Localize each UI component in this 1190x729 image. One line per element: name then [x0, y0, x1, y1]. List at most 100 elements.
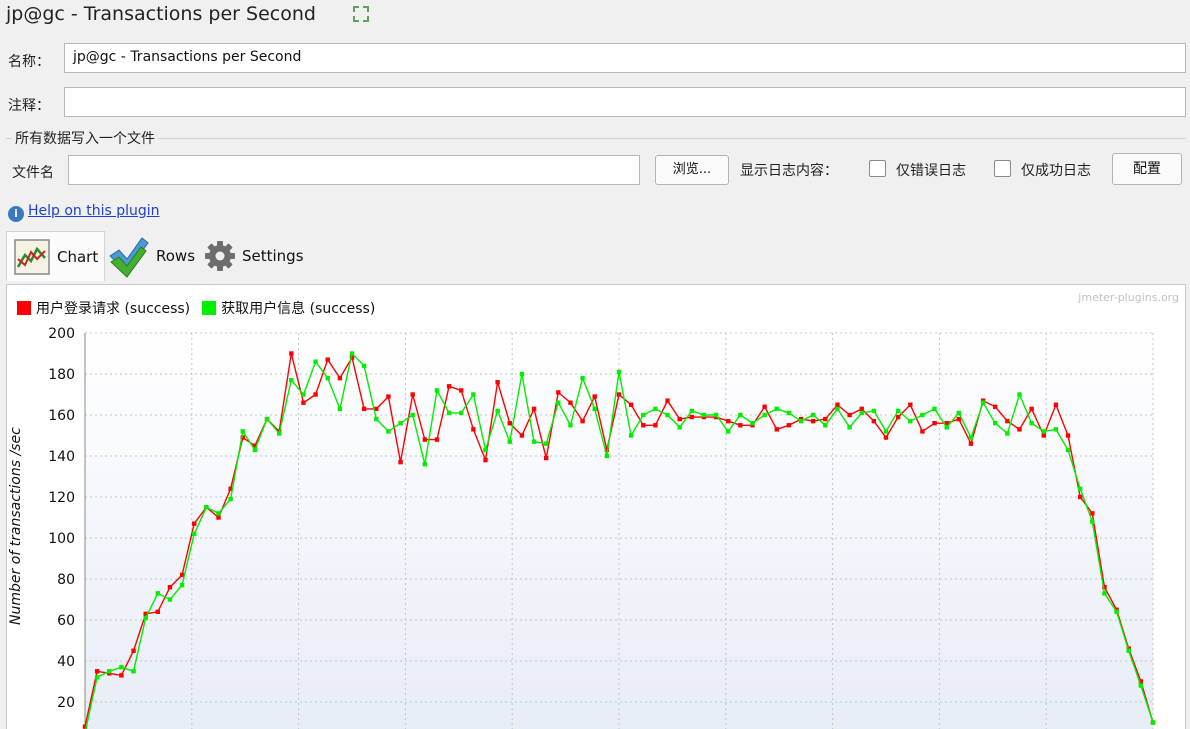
data-point-series-1	[313, 359, 318, 364]
data-point-series-1	[1150, 720, 1156, 725]
tab-rows-label: Rows	[156, 247, 196, 265]
y-tick-label: 180	[48, 367, 75, 383]
data-point-series-1	[616, 369, 622, 375]
y-tick-label: 20	[57, 695, 75, 711]
y-tick-label: 200	[48, 326, 75, 342]
y-tick-label: 40	[57, 654, 75, 670]
y-tick-label: 120	[48, 490, 75, 506]
data-point-series-1	[908, 418, 913, 424]
data-point-series-0	[835, 402, 840, 407]
data-point-series-1	[871, 408, 877, 414]
data-point-series-0	[726, 418, 731, 424]
tab-chart-label: Chart	[57, 247, 99, 266]
filename-field[interactable]	[68, 155, 640, 185]
data-point-series-0	[495, 380, 500, 385]
help-row: i Help on this plugin	[8, 203, 160, 222]
data-point-series-1	[628, 433, 634, 438]
data-point-series-1	[434, 388, 440, 393]
data-point-series-0	[119, 673, 124, 678]
data-point-series-0	[883, 435, 889, 440]
data-point-series-0	[386, 394, 391, 399]
data-point-series-0	[823, 416, 828, 422]
tab-rows[interactable]: Rows	[106, 231, 195, 281]
data-point-series-1	[422, 462, 428, 467]
data-point-series-1	[895, 408, 901, 414]
data-point-series-0	[665, 398, 670, 403]
data-point-series-0	[568, 400, 573, 405]
data-point-series-0	[471, 427, 476, 432]
data-point-series-1	[932, 406, 937, 412]
name-field[interactable]: jp@gc - Transactions per Second	[64, 43, 1186, 73]
chart-icon	[14, 238, 50, 275]
data-point-series-1	[398, 421, 403, 426]
data-point-series-1	[1029, 421, 1034, 426]
data-point-series-0	[689, 414, 695, 420]
errors-only-checkbox[interactable]	[869, 160, 886, 177]
data-point-series-0	[762, 404, 767, 409]
data-point-series-0	[847, 412, 852, 418]
y-tick-label: 80	[57, 572, 75, 588]
data-point-series-1	[798, 418, 804, 424]
data-point-series-1	[94, 675, 100, 680]
data-point-series-1	[276, 431, 282, 436]
tab-settings[interactable]: Settings	[204, 231, 304, 281]
data-point-series-1	[216, 511, 221, 516]
data-point-series-1	[980, 400, 986, 405]
data-point-series-1	[701, 412, 707, 418]
data-point-series-1	[1053, 427, 1059, 432]
data-point-series-0	[786, 423, 792, 428]
data-point-series-0	[483, 457, 488, 463]
help-link[interactable]: Help on this plugin	[28, 203, 160, 219]
data-point-series-1	[920, 412, 925, 418]
data-point-series-1	[252, 447, 258, 453]
data-point-series-0	[810, 418, 816, 424]
data-point-series-1	[1041, 429, 1046, 434]
data-point-series-0	[301, 400, 306, 405]
data-point-series-1	[289, 377, 294, 383]
data-point-series-1	[240, 429, 245, 434]
data-point-series-0	[155, 609, 161, 614]
tab-chart[interactable]: Chart	[6, 231, 106, 281]
data-point-series-1	[143, 615, 148, 621]
data-point-series-0	[616, 392, 622, 397]
data-point-series-0	[1065, 433, 1071, 438]
y-tick-label: 160	[48, 408, 75, 424]
success-only-checkbox[interactable]	[994, 160, 1011, 177]
data-point-series-1	[167, 597, 173, 602]
data-point-series-1	[155, 591, 161, 596]
data-point-series-1	[786, 410, 792, 416]
y-tick-label: 140	[48, 449, 75, 465]
info-icon: i	[8, 206, 24, 222]
data-point-series-1	[1102, 591, 1107, 596]
data-point-series-1	[653, 406, 658, 412]
data-point-series-1	[750, 421, 755, 426]
data-point-series-1	[835, 406, 840, 412]
browse-button[interactable]: 浏览...	[655, 155, 729, 185]
data-point-series-1	[543, 441, 549, 446]
data-point-series-1	[361, 363, 367, 368]
data-point-series-1	[810, 412, 816, 418]
expand-icon[interactable]	[350, 3, 372, 25]
config-button[interactable]: 配置	[1112, 153, 1182, 185]
data-point-series-0	[434, 437, 440, 442]
data-point-series-0	[398, 459, 403, 465]
data-point-series-0	[968, 441, 974, 446]
comment-field[interactable]	[64, 87, 1186, 117]
data-point-series-0	[167, 585, 173, 590]
data-point-series-1	[1065, 447, 1071, 453]
data-point-series-1	[131, 669, 136, 674]
data-point-series-1	[604, 453, 610, 459]
data-point-series-0	[580, 418, 585, 424]
data-point-series-1	[1017, 392, 1022, 397]
data-point-series-1	[519, 371, 525, 377]
data-point-series-1	[1114, 609, 1119, 614]
data-point-series-1	[495, 408, 500, 414]
data-point-series-0	[653, 423, 658, 428]
data-point-series-0	[507, 421, 512, 426]
file-group-border	[6, 138, 1186, 139]
name-label: 名称：	[8, 54, 50, 70]
data-point-series-1	[556, 400, 561, 405]
data-point-series-0	[410, 392, 415, 397]
data-point-series-0	[1053, 402, 1059, 407]
data-point-series-1	[107, 669, 112, 674]
